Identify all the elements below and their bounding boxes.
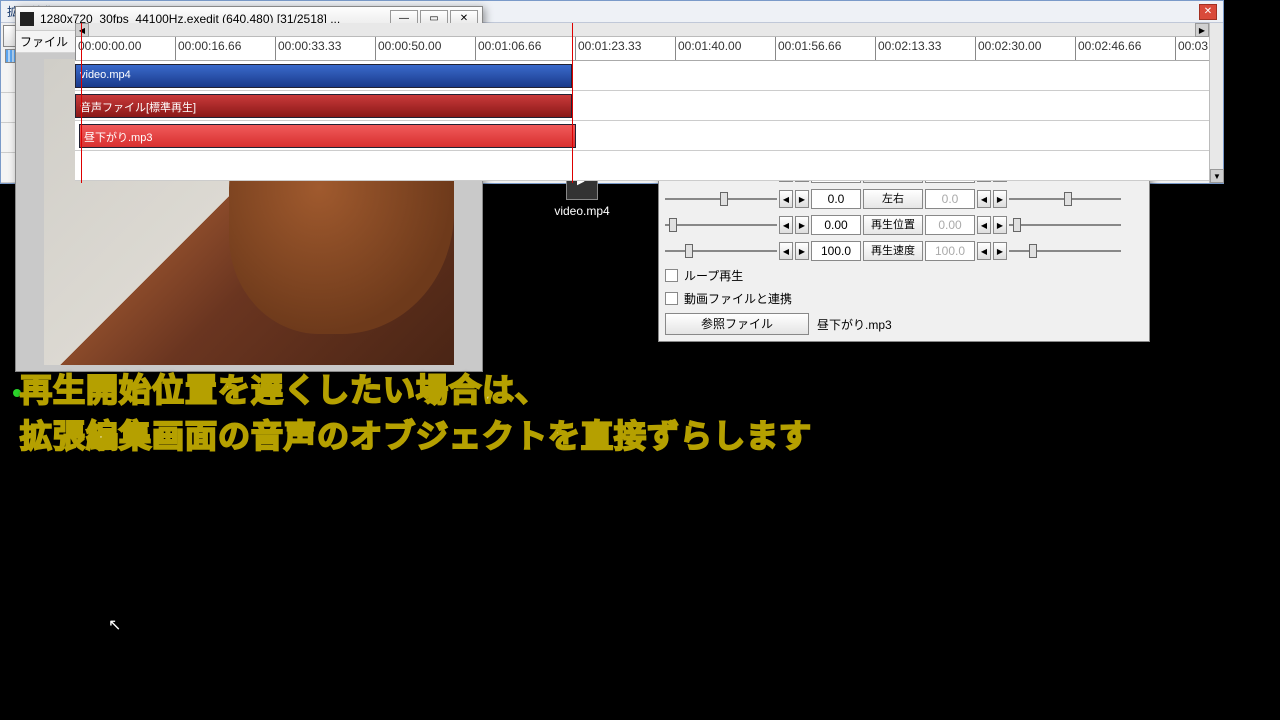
value-right[interactable]: 0.0 — [925, 189, 975, 209]
slider-left[interactable] — [665, 244, 777, 258]
ruler-tick: 00:00:50.00 — [375, 37, 441, 60]
track-3[interactable]: 昼下がり.mp3 — [75, 121, 1209, 151]
spin-left-dec[interactable]: ◀ — [779, 216, 793, 234]
param-name-button[interactable]: 再生位置 — [863, 215, 923, 235]
v-scrollbar[interactable]: ▼ — [1209, 23, 1223, 183]
loop-checkbox[interactable] — [665, 269, 678, 282]
slider-left[interactable] — [665, 192, 777, 206]
scroll-left-icon[interactable]: ◀ — [75, 23, 89, 37]
spin-left-inc[interactable]: ▶ — [795, 216, 809, 234]
spin-left-dec[interactable]: ◀ — [779, 242, 793, 260]
slider-left[interactable] — [665, 218, 777, 232]
spin-left-dec[interactable]: ◀ — [779, 190, 793, 208]
subtitle-line1: 再生開始位置を遅くしたい場合は、 — [20, 368, 548, 413]
ruler-tick: 00:02:46.66 — [1075, 37, 1141, 60]
track-4[interactable] — [75, 151, 1209, 181]
spin-right-inc[interactable]: ▶ — [993, 190, 1007, 208]
ruler-tick: 00:02:30.00 — [975, 37, 1041, 60]
param-row-再生速度: ◀▶100.0再生速度100.0◀▶ — [665, 241, 1143, 261]
spin-right-inc[interactable]: ▶ — [993, 242, 1007, 260]
spin-left-inc[interactable]: ▶ — [795, 190, 809, 208]
ruler-tick: 00:00:33.33 — [275, 37, 341, 60]
mouse-cursor — [108, 615, 121, 635]
scroll-right-icon[interactable]: ▶ — [1195, 23, 1209, 37]
audio-clip-1[interactable]: 音声ファイル[標準再生] — [75, 94, 572, 118]
ruler-tick: 00:01:56.66 — [775, 37, 841, 60]
ruler-tick: 00:00:16.66 — [175, 37, 241, 60]
param-row-再生位置: ◀▶0.00再生位置0.00◀▶ — [665, 215, 1143, 235]
loop-label: ループ再生 — [684, 267, 743, 284]
reference-file-button[interactable]: 参照ファイル — [665, 313, 809, 335]
ruler-tick: 00:00:00.00 — [75, 37, 141, 60]
track-2[interactable]: 音声ファイル[標準再生] — [75, 91, 1209, 121]
value-right[interactable]: 100.0 — [925, 241, 975, 261]
timeline-window: 拡張編集 [00:00:01.00] [31/2518] ✕ Root Laye… — [0, 0, 1224, 184]
param-name-button[interactable]: 左右 — [863, 189, 923, 209]
spin-left-inc[interactable]: ▶ — [795, 242, 809, 260]
value-left[interactable]: 0.0 — [811, 189, 861, 209]
track-1[interactable]: video.mp4 — [75, 61, 1209, 91]
ruler-tick: 00:03: — [1175, 37, 1209, 60]
close-icon[interactable]: ✕ — [1199, 4, 1217, 20]
slider-right[interactable] — [1009, 218, 1121, 232]
value-left[interactable]: 0.00 — [811, 215, 861, 235]
value-right[interactable]: 0.00 — [925, 215, 975, 235]
sync-checkbox[interactable] — [665, 292, 678, 305]
menu-file[interactable]: ファイル — [20, 33, 68, 50]
time-ruler[interactable]: 00:00:00.00 00:00:16.66 00:00:33.33 00:00:5… — [75, 37, 1209, 61]
reference-file-value: 昼下がり.mp3 — [817, 316, 892, 333]
spin-right-dec[interactable]: ◀ — [977, 216, 991, 234]
timeline-track-area[interactable]: ◀ ▶ 00:00:00.0000:00:16.6600:00:33.3300:… — [75, 23, 1209, 183]
subtitle-line2: 拡張編集画面の音声のオブジェクトを直接ずらします — [20, 414, 812, 459]
slider-right[interactable] — [1009, 244, 1121, 258]
spin-right-inc[interactable]: ▶ — [993, 216, 1007, 234]
param-row-左右: ◀▶0.0左右0.0◀▶ — [665, 189, 1143, 209]
ruler-tick: 00:02:13.33 — [875, 37, 941, 60]
audio-clip-2[interactable]: 昼下がり.mp3 — [79, 124, 576, 148]
spin-right-dec[interactable]: ◀ — [977, 190, 991, 208]
scroll-down-icon[interactable]: ▼ — [1210, 169, 1224, 183]
ruler-tick: 00:01:06.66 — [475, 37, 541, 60]
h-scrollbar[interactable]: ◀ ▶ — [75, 23, 1209, 37]
slider-right[interactable] — [1009, 192, 1121, 206]
value-left[interactable]: 100.0 — [811, 241, 861, 261]
video-clip[interactable]: video.mp4 — [75, 64, 572, 88]
sync-label: 動画ファイルと連携 — [684, 290, 792, 307]
icon-label: video.mp4 — [532, 204, 632, 218]
param-name-button[interactable]: 再生速度 — [863, 241, 923, 261]
ruler-tick: 00:01:40.00 — [675, 37, 741, 60]
ruler-tick: 00:01:23.33 — [575, 37, 641, 60]
app-icon — [20, 12, 34, 26]
spin-right-dec[interactable]: ◀ — [977, 242, 991, 260]
